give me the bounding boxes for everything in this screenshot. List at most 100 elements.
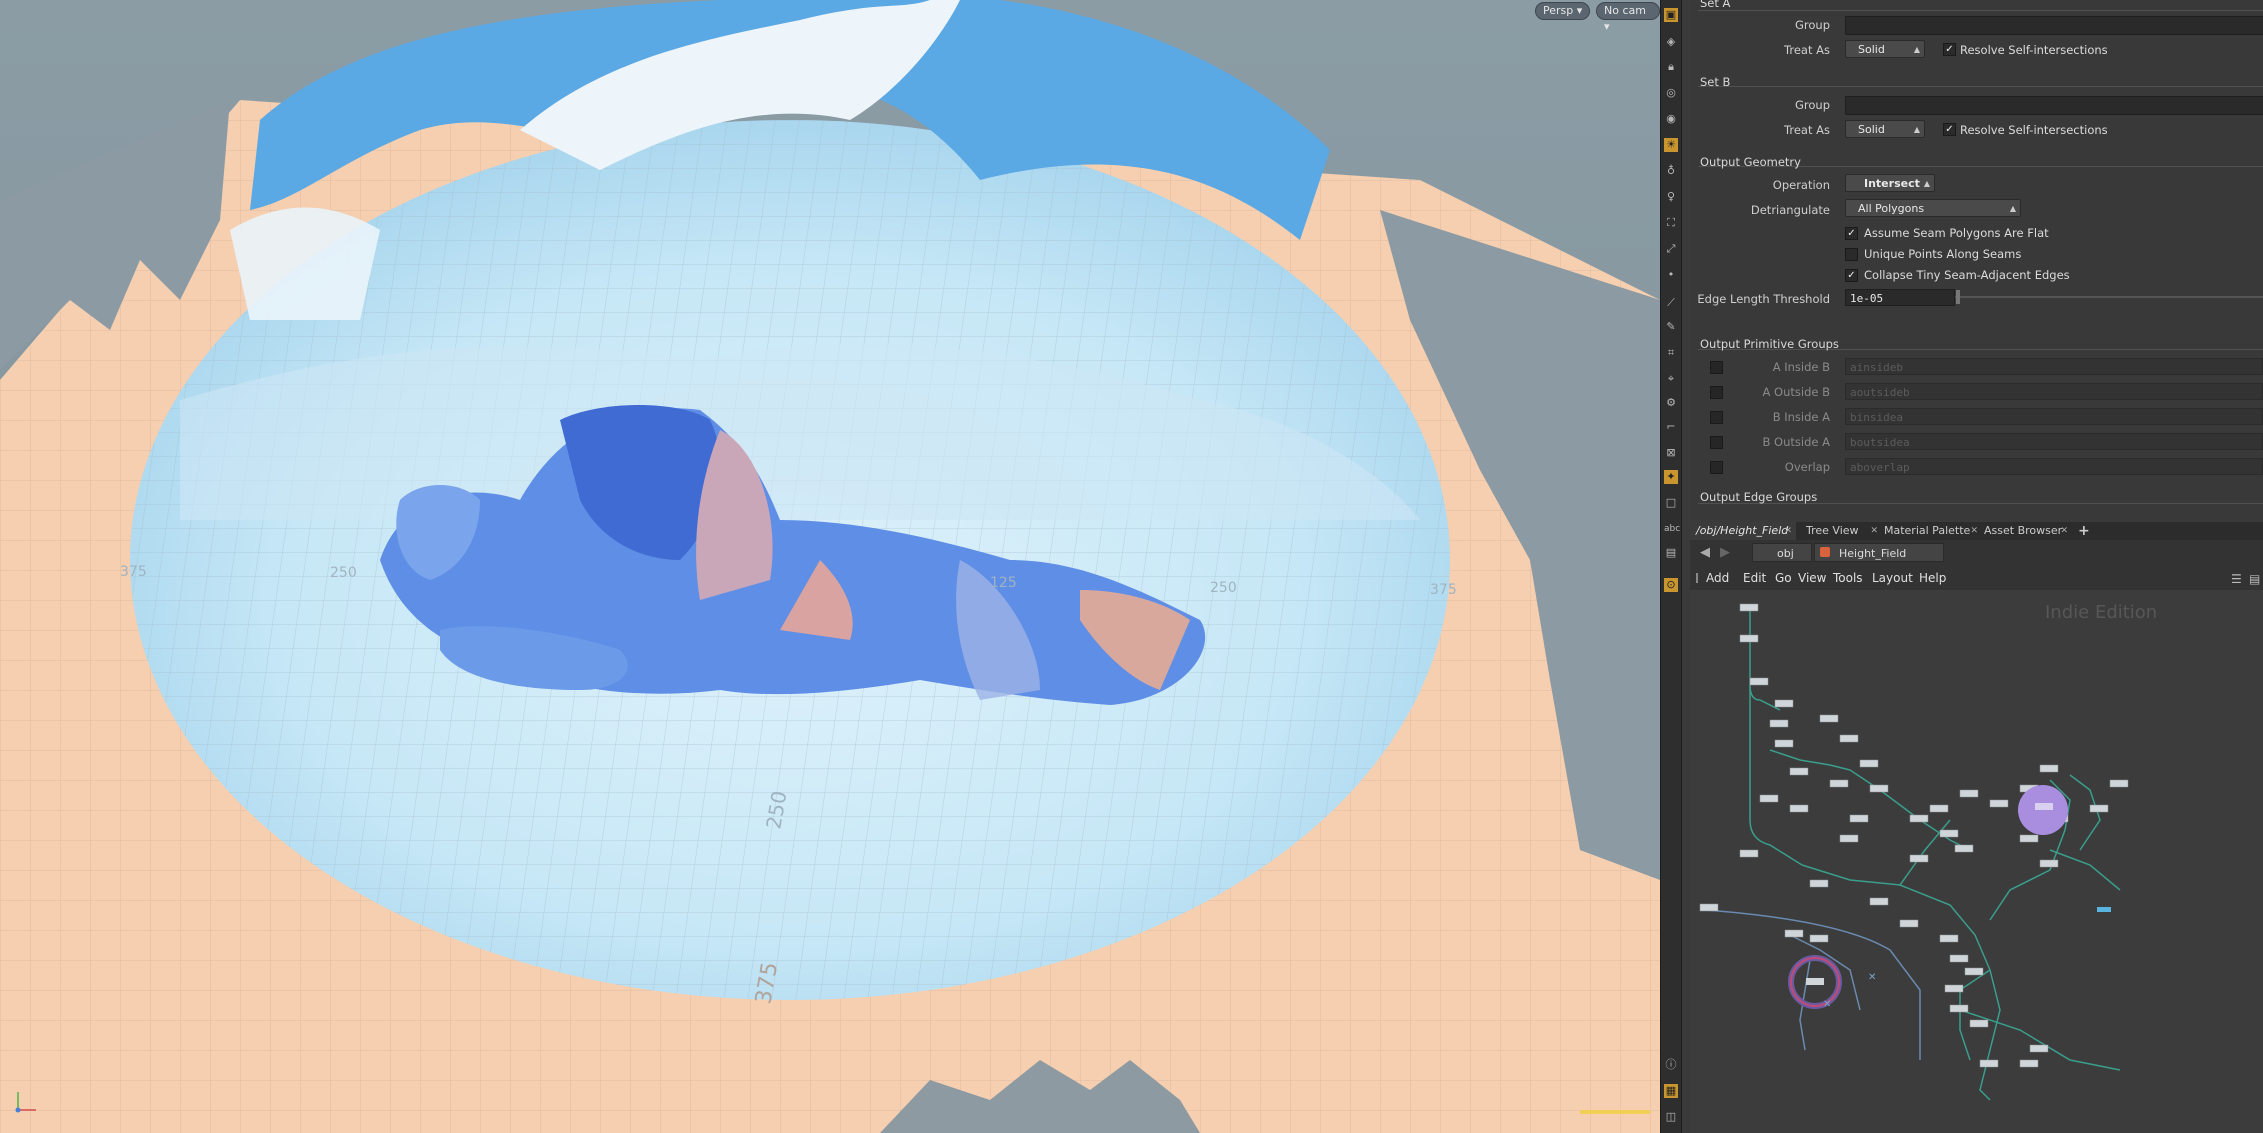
edge-threshold-slider-track[interactable] xyxy=(1955,296,2263,298)
prim-group-label: B Outside A xyxy=(1762,435,1830,449)
back-arrow-icon[interactable]: ◀ xyxy=(1700,545,1710,560)
grid-label-mid: 125 xyxy=(990,575,1017,591)
set-b-treat-label: Treat As xyxy=(1784,123,1830,137)
operation-dropdown[interactable]: Intersect ▲ xyxy=(1845,174,1935,192)
set-b-treat-value: Solid xyxy=(1858,123,1885,136)
snap-icon[interactable]: ◎ xyxy=(1664,86,1678,100)
bulb-icon[interactable]: ♁ xyxy=(1664,164,1678,178)
menu-go[interactable]: Go xyxy=(1775,566,1792,590)
collapse-edges-label: Collapse Tiny Seam-Adjacent Edges xyxy=(1864,268,2070,282)
camera-icon[interactable]: ◫ xyxy=(1664,1110,1678,1124)
prim-group-label: A Outside B xyxy=(1762,385,1830,399)
transform-icon[interactable]: ⛶ xyxy=(1664,216,1678,230)
handle-icon[interactable]: ⤢ xyxy=(1664,242,1678,256)
network-menu-bar: Add Edit Go View Tools Layout Help ☰ ▤ xyxy=(1690,566,2263,591)
set-a-treat-dropdown[interactable]: Solid ▲ xyxy=(1845,40,1925,58)
network-editor[interactable]: Indie Edition ✕ ✕ xyxy=(1690,590,2263,1133)
prim-group-field[interactable]: aboverlap xyxy=(1845,458,2263,475)
add-tab-icon[interactable]: + xyxy=(2072,522,2094,540)
prim-group-field[interactable]: ainsideb xyxy=(1845,358,2263,375)
unique-points-checkbox[interactable] xyxy=(1845,248,1858,261)
grid-label-right: 375 xyxy=(1430,582,1457,598)
text-icon[interactable]: abc xyxy=(1664,522,1680,536)
screen-icon[interactable]: ▤ xyxy=(1664,546,1678,560)
scene-viewport[interactable]: 375 250 125 250 375 250 375 Persp ▾ No c… xyxy=(0,0,1660,1133)
pen-icon[interactable]: ✎ xyxy=(1664,320,1678,334)
operation-label: Operation xyxy=(1772,178,1830,192)
set-a-group-label: Group xyxy=(1794,18,1830,32)
measure-icon[interactable]: ⌗ xyxy=(1664,346,1678,360)
scale-icon[interactable]: ⊠ xyxy=(1664,446,1678,460)
path-bar: ◀ ▶ obj Height_Field xyxy=(1690,540,2263,566)
set-b-treat-dropdown[interactable]: Solid ▲ xyxy=(1845,120,1925,138)
tab-tree-view[interactable]: Tree View ✕ xyxy=(1800,522,1882,540)
detriangulate-dropdown[interactable]: All Polygons ▲ xyxy=(1845,199,2021,217)
lamp-icon[interactable]: ♀ xyxy=(1664,190,1678,204)
forward-arrow-icon[interactable]: ▶ xyxy=(1720,545,1730,560)
lock-icon[interactable]: 🔒︎ xyxy=(1664,60,1678,74)
corner-icon[interactable]: ⌐ xyxy=(1664,420,1678,434)
light-icon[interactable]: ☀ xyxy=(1664,138,1678,152)
drag-handle-icon[interactable] xyxy=(1696,573,1698,583)
set-a-resolve-label: Resolve Self-intersections xyxy=(1960,43,2108,57)
network-pane: /obj/Height_Field ✕ Tree View ✕ Material P… xyxy=(1690,522,2263,1133)
set-b-resolve-checkbox[interactable]: ✓ xyxy=(1943,123,1956,136)
point-icon[interactable]: • xyxy=(1664,268,1678,282)
tab-label: /obj/Height_Field xyxy=(1696,524,1789,537)
tab-label: Tree View xyxy=(1806,524,1859,537)
tab-network[interactable]: /obj/Height_Field ✕ xyxy=(1690,522,1796,540)
camera-menu-button[interactable]: No cam ▾ xyxy=(1596,2,1660,33)
menu-edit[interactable]: Edit xyxy=(1743,566,1766,590)
grid-label-midright: 250 xyxy=(1210,580,1237,596)
path-root-label: obj xyxy=(1777,547,1794,560)
collapse-edges-checkbox[interactable]: ✓ xyxy=(1845,269,1858,282)
paint-icon[interactable]: ⌖ xyxy=(1664,372,1678,386)
menu-tools[interactable]: Tools xyxy=(1833,566,1863,590)
detriangulate-value: All Polygons xyxy=(1858,202,1925,215)
prim-group-field[interactable]: aoutsideb xyxy=(1845,383,2263,400)
box-icon[interactable]: □ xyxy=(1664,496,1678,510)
menu-help[interactable]: Help xyxy=(1919,566,1946,590)
menu-layout[interactable]: Layout xyxy=(1872,566,1913,590)
chevron-updown-icon: ▲ xyxy=(1913,45,1920,54)
menu-add[interactable]: Add xyxy=(1706,566,1729,590)
tab-label: Asset Browser xyxy=(1984,524,2063,537)
assume-flat-checkbox[interactable]: ✓ xyxy=(1845,227,1858,240)
view-tool-icon[interactable]: ◈ xyxy=(1664,35,1678,49)
close-icon[interactable]: ✕ xyxy=(1784,522,1792,540)
tab-asset-browser[interactable]: Asset Browser ✕ xyxy=(1978,522,2072,540)
chevron-updown-icon: ▲ xyxy=(1913,125,1920,134)
set-b-group-field[interactable] xyxy=(1845,96,2263,115)
persp-menu-button[interactable]: Persp ▾ xyxy=(1535,2,1591,20)
node-icon[interactable]: ⚙ xyxy=(1664,396,1678,410)
set-a-resolve-checkbox[interactable]: ✓ xyxy=(1943,43,1956,56)
layout-icon[interactable]: ▦ xyxy=(1664,1084,1678,1098)
grid-label-left: 375 xyxy=(120,564,147,580)
path-root-button[interactable]: obj xyxy=(1752,543,1812,562)
prim-group-field[interactable]: boutsidea xyxy=(1845,433,2263,450)
close-icon[interactable]: ✕ xyxy=(1970,522,1978,540)
display-icon[interactable]: ◉ xyxy=(1664,112,1678,126)
tree-list-icon[interactable]: ☰ xyxy=(2231,572,2242,586)
pin-icon[interactable]: ⊙ xyxy=(1664,578,1678,592)
close-icon[interactable]: ✕ xyxy=(2060,522,2068,540)
geometry-node-icon xyxy=(1820,547,1830,557)
edge-threshold-input[interactable]: 1e-05 xyxy=(1845,289,1955,306)
operation-value: Intersect xyxy=(1864,177,1920,190)
chevron-updown-icon: ▲ xyxy=(2009,204,2016,213)
grid-view-icon[interactable]: ▤ xyxy=(2249,572,2260,586)
viewport-scene: 375 250 125 250 375 250 375 xyxy=(0,0,1660,1133)
path-node-button[interactable]: Height_Field xyxy=(1814,543,1944,562)
prim-group-field[interactable]: binsidea xyxy=(1845,408,2263,425)
menu-view[interactable]: View xyxy=(1798,566,1826,590)
output-primitive-groups-title: Output Primitive Groups xyxy=(1700,337,1839,351)
sculpt-icon[interactable]: ✦ xyxy=(1664,470,1678,484)
info-icon[interactable]: ⓘ xyxy=(1664,1058,1678,1072)
close-icon[interactable]: ✕ xyxy=(1870,522,1878,540)
grid-label-midleft: 250 xyxy=(330,565,357,581)
brush-icon[interactable]: ⟋ xyxy=(1664,296,1678,310)
tab-material-palette[interactable]: Material Palette ✕ xyxy=(1878,522,1982,540)
select-tool-icon[interactable]: ▣ xyxy=(1664,8,1678,22)
set-a-group-field[interactable] xyxy=(1845,16,2263,35)
edge-threshold-slider-handle[interactable] xyxy=(1956,290,1960,304)
